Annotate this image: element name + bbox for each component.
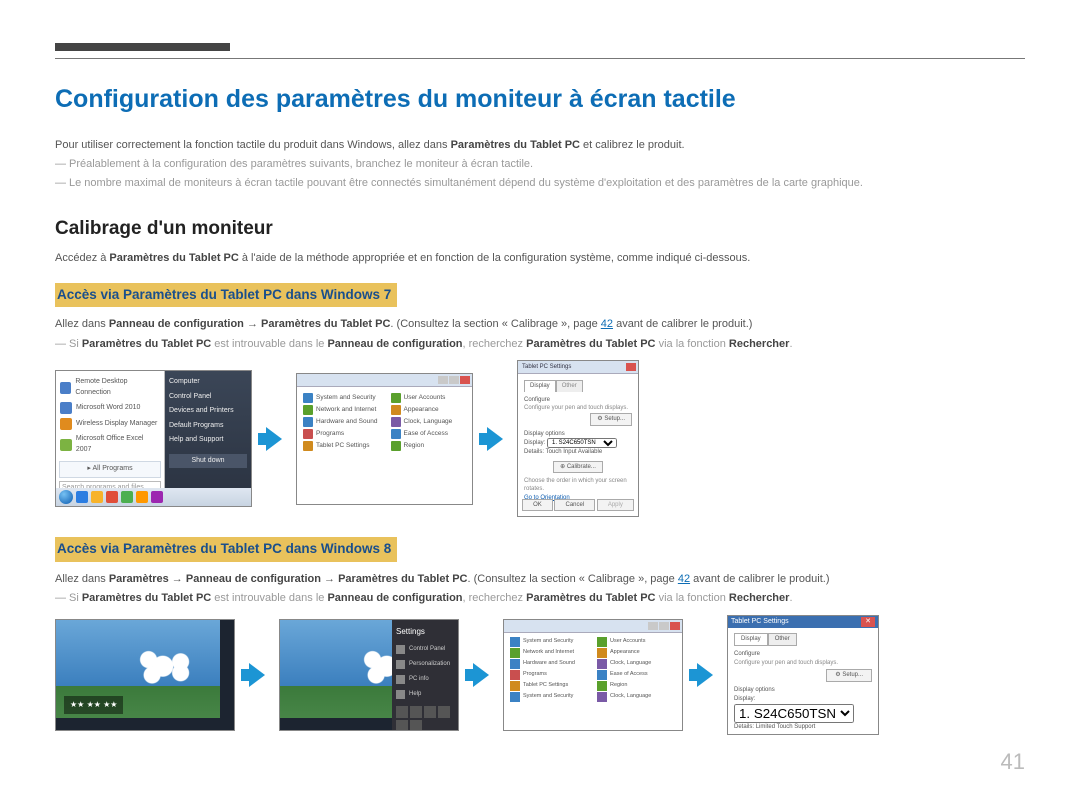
intro-note-1: Préalablement à la configuration des par… [55,156,1025,173]
win8-flow: ★★ ★★ ★★ Settings Control Panel Personal… [55,615,1025,735]
arrow-right-icon [473,663,489,687]
intro-note-2: Le nombre maximal de moniteurs à écran t… [55,175,1025,192]
screenshot-win8-tablet-settings: Tablet PC Settings✕ DisplayOther Configu… [727,615,879,735]
win7-note: Si Paramètres du Tablet PC est introuvab… [55,336,1025,353]
win8-note: Si Paramètres du Tablet PC est introuvab… [55,590,1025,607]
page-title: Configuration des paramètres du moniteur… [55,81,1025,119]
win8-instruction: Allez dans Paramètres → Panneau de confi… [55,571,1025,588]
arrow-right-icon [266,427,282,451]
page-link-42[interactable]: 42 [601,318,613,330]
arrow-right-icon [697,663,713,687]
screenshot-win7-start: Remote Desktop Connection Microsoft Word… [55,370,252,507]
header-rule [55,58,1025,59]
screenshot-win7-tablet-settings: Tablet PC Settings DisplayOther Configur… [517,360,639,517]
subhead-win8: Accès via Paramètres du Tablet PC dans W… [55,537,397,561]
arrow-right-icon [487,427,503,451]
win7-instruction: Allez dans Panneau de configuration → Pa… [55,316,1025,333]
screenshot-win8-charms: Settings Control Panel Personalization P… [279,619,459,731]
screenshot-win8-control-panel: System and Security User Accounts Networ… [503,619,683,731]
header-bar [55,40,1025,56]
subhead-win7: Accès via Paramètres du Tablet PC dans W… [55,283,397,307]
section-intro: Accédez à Paramètres du Tablet PC à l'ai… [55,250,1025,267]
page-link-42b[interactable]: 42 [678,573,690,585]
win7-flow: Remote Desktop Connection Microsoft Word… [55,360,1025,517]
screenshot-win7-control-panel: System and Security User Accounts Networ… [296,373,473,505]
arrow-right-icon [249,663,265,687]
screenshot-win8-desktop: ★★ ★★ ★★ [55,619,235,731]
intro-line: Pour utiliser correctement la fonction t… [55,137,1025,154]
page-number: 41 [55,745,1025,778]
section-heading: Calibrage d'un moniteur [55,215,1025,244]
